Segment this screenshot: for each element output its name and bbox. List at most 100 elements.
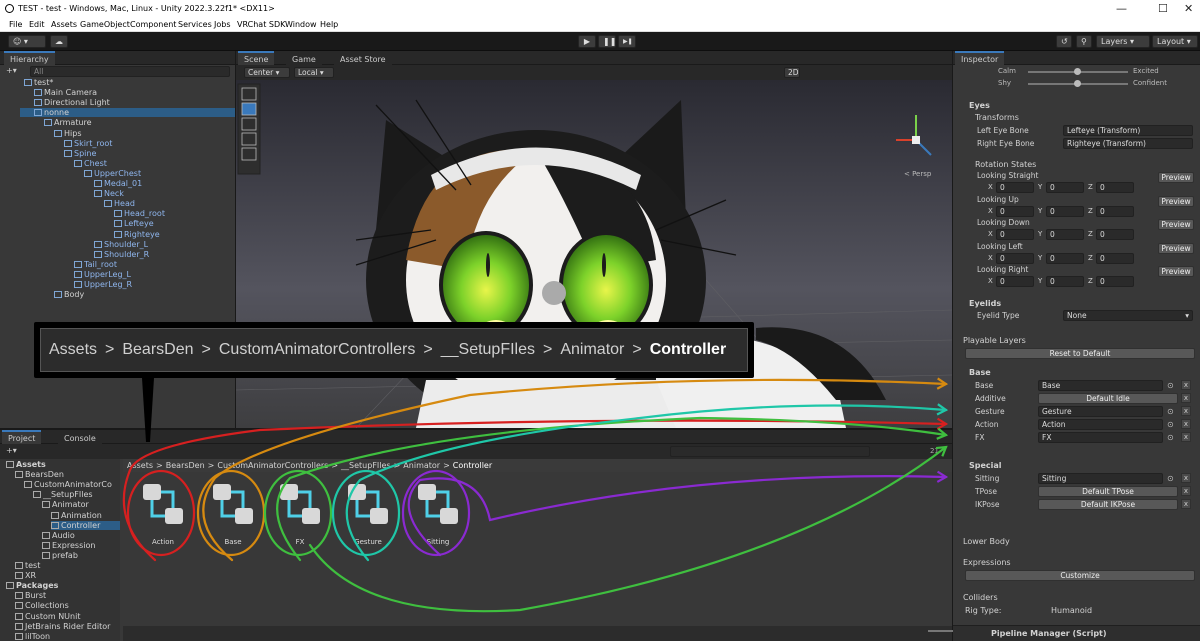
menu-file[interactable]: File <box>9 20 22 29</box>
history-icon[interactable]: ↺ <box>1056 35 1072 48</box>
menu-services[interactable]: Services <box>178 20 212 29</box>
layout-dropdown[interactable]: Layout ▾ <box>1152 35 1198 48</box>
pivot-dropdown[interactable]: Center ▾ <box>244 67 290 78</box>
folder-row[interactable]: Controller <box>51 520 120 530</box>
rotation-y-field[interactable]: 0 <box>1046 252 1084 264</box>
menu-help[interactable]: Help <box>320 20 338 29</box>
reset-to-default-button[interactable]: Reset to Default <box>965 348 1195 359</box>
hierarchy-search-input[interactable]: All <box>30 66 230 77</box>
remove-layer-button[interactable]: x <box>1181 486 1191 496</box>
folder-row[interactable]: BearsDen <box>15 470 64 479</box>
hierarchy-row[interactable]: Skirt_root <box>64 139 112 148</box>
animator-controller-asset[interactable]: Sitting <box>401 469 471 558</box>
layer-default-button[interactable]: Default IKPose <box>1038 499 1178 510</box>
menu-window[interactable]: Window <box>285 20 317 29</box>
layer-controller-field[interactable]: Sitting <box>1038 473 1163 484</box>
folder-row[interactable]: JetBrains Rider Editor <box>15 622 110 631</box>
slider-knob[interactable] <box>1074 68 1081 75</box>
customize-button[interactable]: Customize <box>965 570 1195 581</box>
folder-row[interactable]: __SetupFIles <box>33 490 93 499</box>
preview-button[interactable]: Preview <box>1158 219 1194 230</box>
rotation-y-field[interactable]: 0 <box>1046 205 1084 217</box>
right-eye-field[interactable]: Righteye (Transform) <box>1063 138 1193 149</box>
folder-row[interactable]: Expression <box>42 541 95 550</box>
animator-controller-asset[interactable]: Action <box>126 469 196 558</box>
rotation-z-field[interactable]: 0 <box>1096 205 1134 217</box>
maximize-button[interactable]: ☐ <box>1158 2 1168 15</box>
layer-controller-field[interactable]: Gesture <box>1038 406 1163 417</box>
remove-layer-button[interactable]: x <box>1181 432 1191 442</box>
hierarchy-row[interactable]: Head_root <box>114 209 165 218</box>
left-eye-field[interactable]: Lefteye (Transform) <box>1063 125 1193 136</box>
remove-layer-button[interactable]: x <box>1181 499 1191 509</box>
layer-controller-field[interactable]: FX <box>1038 432 1163 443</box>
hierarchy-row[interactable]: Medal_01 <box>94 179 142 188</box>
pipeline-manager-header[interactable]: Pipeline Manager (Script) <box>953 625 1200 641</box>
rotation-y-field[interactable]: 0 <box>1046 182 1084 193</box>
layer-default-button[interactable]: Default TPose <box>1038 486 1178 497</box>
step-button[interactable]: ▶❚ <box>618 35 636 48</box>
folder-row[interactable]: Burst <box>15 591 46 600</box>
hierarchy-row[interactable]: Armature <box>44 118 92 127</box>
hierarchy-row[interactable]: Main Camera <box>34 88 97 97</box>
rotation-x-field[interactable]: 0 <box>996 252 1034 264</box>
add-icon[interactable]: +▾ <box>6 66 20 77</box>
folder-row[interactable]: XR <box>15 571 36 580</box>
play-button[interactable]: ▶ <box>578 35 596 48</box>
folder-row[interactable]: CustomAnimatorCo <box>24 480 112 489</box>
folder-row[interactable]: lilToon <box>15 632 50 641</box>
preview-button[interactable]: Preview <box>1158 172 1194 183</box>
move-tool-icon[interactable] <box>241 102 257 116</box>
animator-controller-asset[interactable]: FX <box>263 469 333 558</box>
project-add-icon[interactable]: +▾ <box>6 446 17 455</box>
hierarchy-row[interactable]: Neck <box>94 189 124 198</box>
rotation-z-field[interactable]: 0 <box>1096 252 1134 264</box>
folder-row[interactable]: Packages <box>6 581 58 590</box>
rotation-z-field[interactable]: 0 <box>1096 229 1134 240</box>
folder-row[interactable]: test <box>15 561 40 570</box>
rotation-z-field[interactable]: 0 <box>1096 276 1134 287</box>
hierarchy-row[interactable]: Chest <box>74 159 107 168</box>
folder-row[interactable]: prefab <box>42 551 78 560</box>
minimize-button[interactable]: — <box>1116 2 1127 15</box>
target-icon[interactable]: ⊙ <box>1167 433 1174 442</box>
tab-game[interactable]: Game <box>286 51 322 65</box>
tab-scene[interactable]: Scene <box>238 51 275 65</box>
menu-gameobject[interactable]: GameObject <box>80 20 130 29</box>
target-icon[interactable]: ⊙ <box>1167 420 1174 429</box>
rotation-y-field[interactable]: 0 <box>1046 229 1084 240</box>
tab-asset-store[interactable]: Asset Store <box>334 51 392 65</box>
slider-knob[interactable] <box>1074 80 1081 87</box>
hierarchy-row[interactable]: nonne <box>20 108 235 118</box>
rotation-x-field[interactable]: 0 <box>996 276 1034 287</box>
mode-2d-button[interactable]: 2D <box>784 67 800 78</box>
rotation-x-field[interactable]: 0 <box>996 229 1034 240</box>
tab-project[interactable]: Project <box>2 430 42 444</box>
hierarchy-row[interactable]: Righteye <box>114 230 160 239</box>
hierarchy-row[interactable]: Shoulder_R <box>94 250 149 259</box>
folder-row[interactable]: Animation <box>51 511 102 520</box>
layer-controller-field[interactable]: Base <box>1038 380 1163 391</box>
tab-hierarchy[interactable]: Hierarchy <box>4 51 55 65</box>
hierarchy-row[interactable]: UpperLeg_R <box>74 280 132 289</box>
hierarchy-row[interactable]: Head <box>104 199 135 208</box>
hierarchy-row[interactable]: UpperLeg_L <box>74 270 131 279</box>
eyelid-type-dropdown[interactable]: None ▾ <box>1063 310 1193 321</box>
menu-jobs[interactable]: Jobs <box>214 20 231 29</box>
remove-layer-button[interactable]: x <box>1181 419 1191 429</box>
rotation-x-field[interactable]: 0 <box>996 205 1034 217</box>
space-dropdown[interactable]: Local ▾ <box>294 67 334 78</box>
menu-assets[interactable]: Assets <box>51 20 77 29</box>
hierarchy-row[interactable]: test* <box>24 78 53 87</box>
hierarchy-row[interactable]: Directional Light <box>34 98 110 107</box>
menu-component[interactable]: Component <box>130 20 176 29</box>
folder-row[interactable]: Audio <box>42 531 75 540</box>
layer-controller-field[interactable]: Action <box>1038 419 1163 430</box>
tab-inspector[interactable]: Inspector <box>955 51 1005 65</box>
close-button[interactable]: ✕ <box>1184 2 1193 15</box>
hierarchy-row[interactable]: Lefteye <box>114 219 154 228</box>
menu-vrchat-sdk[interactable]: VRChat SDK <box>237 20 285 29</box>
rotation-z-field[interactable]: 0 <box>1096 182 1134 193</box>
rotation-y-field[interactable]: 0 <box>1046 276 1084 287</box>
hierarchy-row[interactable]: Spine <box>64 149 96 158</box>
